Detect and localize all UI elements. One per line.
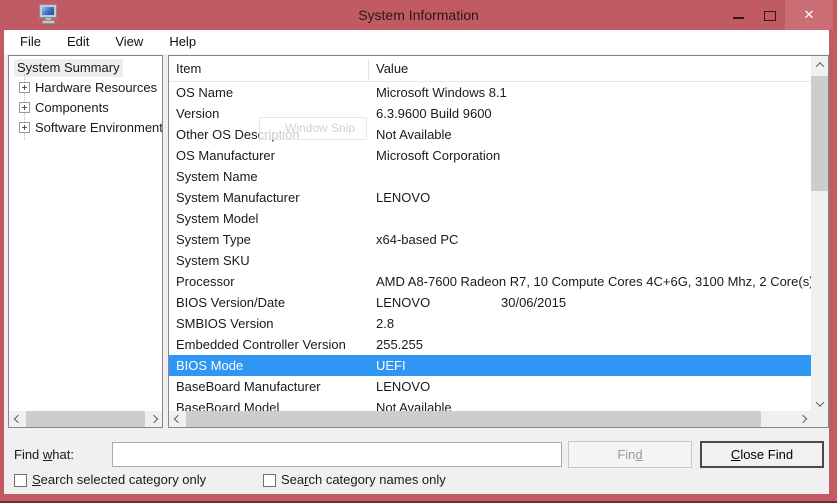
value2-cell: 30/06/2015 (501, 292, 566, 313)
menu-view[interactable]: View (109, 30, 149, 54)
column-divider[interactable] (368, 59, 369, 79)
close-icon: ✕ (804, 7, 815, 23)
item-cell: System Name (176, 166, 258, 187)
tree-item-hardware-resources[interactable]: Hardware Resources (9, 78, 162, 98)
value-cell: Microsoft Corporation (376, 145, 500, 166)
search-category-names-label: Search category names only (281, 472, 446, 488)
tree-item-label: Hardware Resources (35, 78, 157, 98)
minimize-icon (733, 17, 744, 19)
table-horizontal-scrollbar[interactable] (169, 411, 811, 427)
item-cell: BIOS Mode (176, 355, 243, 376)
titlebar: System Information ✕ (0, 0, 837, 30)
window-title: System Information (0, 0, 837, 30)
expand-plus-icon[interactable] (19, 122, 30, 133)
category-tree-pane: System Summary Hardware ResourcesCompone… (8, 55, 163, 428)
scroll-right-icon[interactable] (794, 411, 811, 427)
menubar: File Edit View Help (4, 30, 829, 54)
minimize-button[interactable] (724, 0, 752, 30)
search-category-names-checkbox[interactable] (263, 474, 276, 487)
scrollbar-corner (811, 411, 828, 427)
search-selected-category-checkbox[interactable] (14, 474, 27, 487)
table-row[interactable]: BIOS Mode UEFI (169, 355, 811, 376)
column-header-value[interactable]: Value (376, 56, 408, 82)
table-row[interactable]: OS Name Microsoft Windows 8.1 (169, 82, 811, 103)
scrollbar-thumb[interactable] (186, 411, 761, 427)
close-button[interactable]: ✕ (785, 0, 833, 30)
expand-plus-icon[interactable] (19, 82, 30, 93)
value-cell: LENOVO (376, 376, 430, 397)
find-what-label: Find what: (14, 442, 74, 467)
value-cell: Not Available (376, 397, 452, 412)
tree-item-software-environment[interactable]: Software Environment (9, 118, 162, 138)
tree-item-components[interactable]: Components (9, 98, 162, 118)
scrollbar-thumb[interactable] (811, 76, 828, 191)
table-row[interactable]: BaseBoard Manufacturer LENOVO (169, 376, 811, 397)
value-cell: x64-based PC (376, 229, 458, 250)
item-cell: System Manufacturer (176, 187, 300, 208)
category-tree: System Summary Hardware ResourcesCompone… (9, 56, 162, 411)
menu-file[interactable]: File (14, 30, 47, 54)
item-cell: Version (176, 103, 219, 124)
find-what-input[interactable] (112, 442, 562, 467)
value-cell: LENOVO (376, 292, 430, 313)
table-row[interactable]: System SKU (169, 250, 811, 271)
window-body: File Edit View Help System Summary Hardw… (4, 30, 829, 494)
table-vertical-scrollbar[interactable] (811, 56, 828, 412)
item-cell: SMBIOS Version (176, 313, 274, 334)
table-row[interactable]: BaseBoard Model Not Available (169, 397, 811, 412)
value-cell: LENOVO (376, 187, 430, 208)
item-cell: System SKU (176, 250, 250, 271)
item-cell: Processor (176, 271, 235, 292)
scroll-left-icon[interactable] (9, 411, 26, 427)
scroll-right-icon[interactable] (145, 411, 162, 427)
value-cell: 2.8 (376, 313, 394, 334)
search-selected-category-option: Search selected category only (14, 472, 206, 488)
table-row[interactable]: OS Manufacturer Microsoft Corporation (169, 145, 811, 166)
table-row[interactable]: System Name (169, 166, 811, 187)
menu-edit[interactable]: Edit (61, 30, 95, 54)
table-row[interactable]: SMBIOS Version 2.8 (169, 313, 811, 334)
item-cell: OS Name (176, 82, 233, 103)
value-cell: Microsoft Windows 8.1 (376, 82, 507, 103)
tree-item-label: Components (35, 98, 109, 118)
tree-item-system-summary[interactable]: System Summary (14, 59, 123, 77)
table-header: Item Value (169, 56, 828, 82)
scroll-down-icon[interactable] (811, 395, 828, 412)
tree-item-label: Software Environment (35, 118, 162, 138)
detail-table-pane: Item Value OS NameMicrosoft Windows 8.1V… (168, 55, 829, 428)
scroll-up-icon[interactable] (811, 56, 828, 73)
tree-horizontal-scrollbar[interactable] (9, 411, 162, 427)
table-row[interactable]: Processor AMD A8-7600 Radeon R7, 10 Compu… (169, 271, 811, 292)
item-cell: BaseBoard Model (176, 397, 279, 412)
menu-help[interactable]: Help (163, 30, 202, 54)
item-cell: OS Manufacturer (176, 145, 275, 166)
maximize-button[interactable] (756, 0, 784, 30)
value-cell: 255.255 (376, 334, 423, 355)
table-row[interactable]: BIOS Version/Date LENOVO 30/06/2015 (169, 292, 811, 313)
close-find-button[interactable]: Close Find (700, 441, 824, 468)
value-cell: AMD A8-7600 Radeon R7, 10 Compute Cores … (376, 271, 811, 292)
value-cell: Not Available (376, 124, 452, 145)
item-cell: System Model (176, 208, 258, 229)
find-button[interactable]: Find (568, 441, 692, 468)
snipping-tool-ghost-tooltip: Window Snip (259, 117, 367, 140)
value-cell: 6.3.9600 Build 9600 (376, 103, 492, 124)
table-row[interactable]: System Model (169, 208, 811, 229)
system-information-window: System Information ✕ File Edit View Help… (0, 0, 837, 503)
maximize-icon (764, 11, 776, 21)
search-selected-category-label: Search selected category only (32, 472, 206, 488)
scroll-left-icon[interactable] (169, 411, 186, 427)
value-cell: UEFI (376, 355, 406, 376)
table-row[interactable]: System Manufacturer LENOVO (169, 187, 811, 208)
item-cell: System Type (176, 229, 251, 250)
item-cell: BIOS Version/Date (176, 292, 285, 313)
column-header-item[interactable]: Item (176, 56, 201, 82)
table-row[interactable]: System Type x64-based PC (169, 229, 811, 250)
item-cell: BaseBoard Manufacturer (176, 376, 321, 397)
scrollbar-thumb[interactable] (26, 411, 145, 427)
table-row[interactable]: Embedded Controller Version 255.255 (169, 334, 811, 355)
item-cell: Embedded Controller Version (176, 334, 346, 355)
search-category-names-option: Search category names only (263, 472, 446, 488)
expand-plus-icon[interactable] (19, 102, 30, 113)
